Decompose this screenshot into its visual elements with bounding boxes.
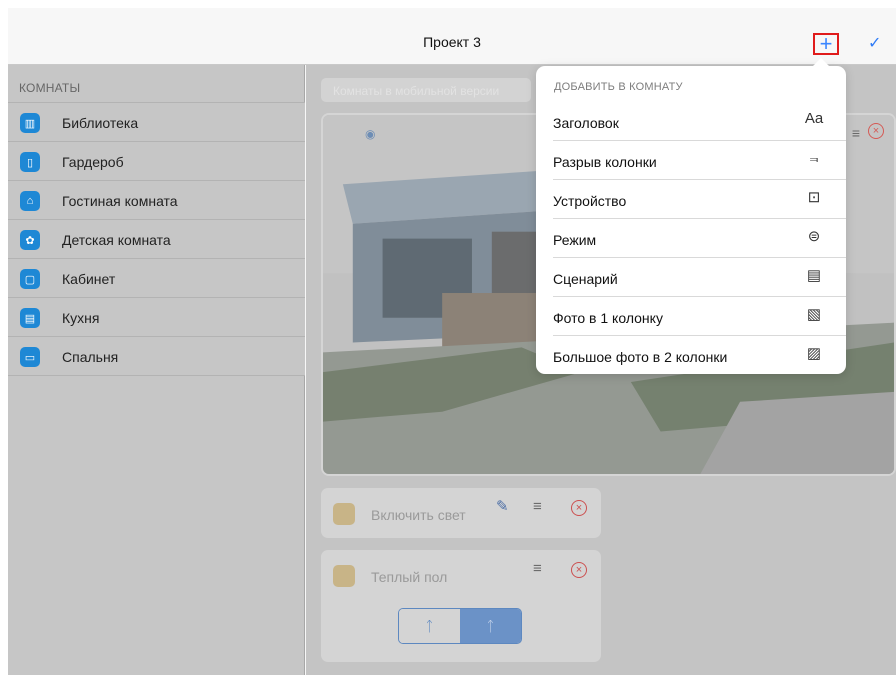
menu-item-heading[interactable]: Заголовок Aa	[553, 102, 846, 141]
drag-handle-icon[interactable]: ≡	[852, 125, 860, 141]
menu-item-label: Сценарий	[553, 271, 618, 287]
menu-item-label: Заголовок	[553, 115, 619, 131]
bed-icon: ▭	[20, 347, 40, 367]
menu-item-label: Разрыв колонки	[553, 154, 657, 170]
eye-icon[interactable]: ◉	[365, 127, 375, 141]
menu-item-script[interactable]: Сценарий ▤	[553, 258, 846, 297]
device-card[interactable]: Включить свет ✎ ≡ ×	[321, 488, 601, 538]
menu-item-mode[interactable]: Режим ⊜	[553, 219, 846, 258]
chip-icon: ⊡	[807, 189, 821, 206]
temperature-low-icon[interactable]: ᛏ	[460, 609, 521, 643]
close-icon[interactable]: ×	[571, 500, 587, 516]
temperature-up-icon[interactable]: ᛏ	[399, 609, 460, 643]
top-bar: Проект 3 + ✓	[8, 8, 896, 65]
menu-item-device[interactable]: Устройство ⊡	[553, 180, 846, 219]
menu-item-photo-1col[interactable]: Фото в 1 колонку ▧	[553, 297, 846, 336]
project-title: Проект 3	[423, 34, 481, 50]
sidebar-item-bedroom[interactable]: ▭ Спальня	[8, 337, 305, 376]
add-to-room-popover: ДОБАВИТЬ В КОМНАТУ Заголовок Aa Разрыв к…	[536, 58, 846, 375]
floor-heating-icon	[333, 565, 355, 587]
room-list: ▥ Библиотека ▯ Гардероб ⌂ Гостиная комна…	[8, 102, 305, 376]
sidebar-item-label: Детская комната	[62, 232, 171, 248]
library-icon: ▥	[20, 113, 40, 133]
toggle-icon: ⊜	[807, 228, 821, 245]
sidebar-item-kids-room[interactable]: ✿ Детская комната	[8, 220, 305, 259]
sidebar-item-kitchen[interactable]: ▤ Кухня	[8, 298, 305, 337]
popover-title: ДОБАВИТЬ В КОМНАТУ	[554, 81, 683, 93]
menu-item-label: Режим	[553, 232, 597, 248]
plus-icon: +	[819, 31, 833, 56]
checkmark-icon: ✓	[868, 35, 882, 52]
menu-item-label: Устройство	[553, 193, 627, 209]
menu-item-label: Фото в 1 колонку	[553, 310, 663, 326]
photo-x2-icon: ▨	[806, 345, 822, 362]
edit-icon[interactable]: ✎	[496, 497, 509, 515]
sidebar-item-office[interactable]: ▢ Кабинет	[8, 259, 305, 298]
rooms-section-title: КОМНАТЫ	[19, 81, 81, 95]
text-size-icon: Aa	[804, 110, 824, 127]
photo-icon: ▧	[806, 306, 822, 323]
sidebar-item-label: Спальня	[62, 349, 119, 365]
thermostat-toggle[interactable]: ᛏ ᛏ	[398, 608, 522, 644]
drag-handle-icon[interactable]: ≡	[533, 498, 542, 515]
menu-item-column-break[interactable]: Разрыв колонки ⫬	[553, 141, 846, 180]
rooms-sidebar: КОМНАТЫ ▥ Библиотека ▯ Гардероб ⌂ Гостин…	[8, 65, 305, 675]
sidebar-item-label: Библиотека	[62, 115, 139, 131]
sidebar-item-label: Гардероб	[62, 154, 124, 170]
device-card[interactable]: Теплый пол ≡ × ᛏ ᛏ	[321, 550, 601, 662]
sidebar-item-label: Кабинет	[62, 271, 116, 287]
kids-room-icon: ✿	[20, 230, 40, 250]
office-icon: ▢	[20, 269, 40, 289]
add-button[interactable]: +	[813, 33, 839, 55]
light-icon	[333, 503, 355, 525]
sidebar-item-wardrobe[interactable]: ▯ Гардероб	[8, 142, 305, 181]
kitchen-icon: ▤	[20, 308, 40, 328]
sidebar-item-label: Гостиная комната	[62, 193, 178, 209]
app-frame: Проект 3 + ✓ КОМНАТЫ ▥ Библиотека ▯ Гард…	[8, 8, 896, 675]
sidebar-item-library[interactable]: ▥ Библиотека	[8, 103, 305, 142]
sidebar-item-label: Кухня	[62, 310, 100, 326]
drag-handle-icon[interactable]: ≡	[533, 560, 542, 577]
device-label: Теплый пол	[371, 569, 448, 585]
sofa-icon: ⌂	[20, 191, 40, 211]
column-break-icon: ⫬	[809, 149, 819, 166]
done-button[interactable]: ✓	[868, 33, 881, 53]
close-icon[interactable]: ×	[571, 562, 587, 578]
close-icon[interactable]: ×	[868, 123, 884, 139]
mobile-rooms-field[interactable]: Комнаты в мобильной версии	[321, 78, 531, 102]
menu-item-label: Большое фото в 2 колонки	[553, 349, 728, 365]
wardrobe-icon: ▯	[20, 152, 40, 172]
script-icon: ▤	[806, 267, 822, 284]
sidebar-item-living-room[interactable]: ⌂ Гостиная комната	[8, 181, 305, 220]
menu-item-photo-2col[interactable]: Большое фото в 2 колонки ▨	[553, 336, 846, 375]
device-label: Включить свет	[371, 507, 466, 523]
popover-menu: Заголовок Aa Разрыв колонки ⫬ Устройство…	[536, 102, 846, 375]
